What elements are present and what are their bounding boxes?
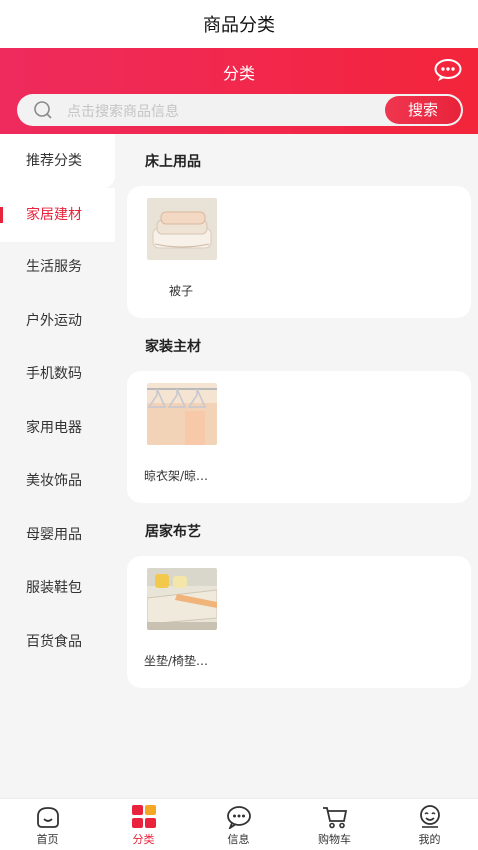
cushion-image[interactable] (147, 568, 217, 630)
top-bar: 商品分类 (0, 0, 478, 48)
home-icon (36, 807, 59, 828)
tab-label: 分类 (132, 833, 155, 846)
section-title: 床上用品 (145, 154, 201, 170)
sidebar-item-home-appliances[interactable]: 家用电器 (0, 401, 115, 455)
product-name: 晾衣架/晾… (144, 469, 209, 483)
sidebar-item-phones-digital[interactable]: 手机数码 (0, 347, 115, 401)
sidebar-item-recommended[interactable]: 推荐分类 (0, 134, 115, 188)
tab-cart[interactable]: 购物车 (287, 799, 382, 850)
quilt-image[interactable] (147, 198, 217, 260)
product-name: 被子 (169, 284, 194, 298)
sidebar-item-outdoor-sports[interactable]: 户外运动 (0, 294, 115, 348)
hanger-image[interactable] (147, 383, 217, 445)
tab-home[interactable]: 首页 (0, 799, 95, 850)
section-title: 家装主材 (145, 339, 201, 355)
category-content: 床上用品 被子 家装主材 晾衣架/晾… 居家布艺 坐垫/椅垫… (115, 134, 478, 798)
tab-label: 信息 (227, 833, 250, 846)
bottom-tab-bar: 首页 分类 信息 购物车 我的 (0, 798, 478, 850)
product-card: 晾衣架/晾… (127, 371, 471, 503)
sidebar-item-groceries[interactable]: 百货食品 (0, 615, 115, 669)
tab-label: 购物车 (318, 833, 351, 846)
sidebar-item-mother-baby[interactable]: 母婴用品 (0, 508, 115, 562)
chat-icon[interactable] (434, 59, 462, 81)
profile-icon (419, 805, 440, 828)
tab-category[interactable]: 分类 (96, 799, 191, 850)
product-card: 坐垫/椅垫… (127, 556, 471, 688)
header-subtitle: 分类 (222, 64, 255, 83)
category-sidebar: 推荐分类 家居建材 生活服务 户外运动 手机数码 家用电器 美妆饰品 母婴用品 … (0, 134, 115, 798)
product-card: 被子 (127, 186, 471, 318)
sidebar-item-home-building[interactable]: 家居建材 (0, 188, 115, 242)
tab-profile[interactable]: 我的 (382, 799, 477, 850)
sidebar-item-life-services[interactable]: 生活服务 (0, 240, 115, 294)
section-title: 居家布艺 (145, 524, 201, 540)
product-name: 坐垫/椅垫… (144, 654, 209, 668)
search-input[interactable]: 点击搜索商品信息 (67, 101, 179, 121)
search-bar[interactable]: 点击搜索商品信息 搜索 (17, 94, 463, 126)
cart-icon (322, 807, 347, 829)
page-title: 商品分类 (203, 15, 275, 36)
sidebar-item-clothing[interactable]: 服装鞋包 (0, 561, 115, 615)
tab-label: 首页 (36, 833, 59, 846)
tab-label: 我的 (418, 833, 441, 846)
category-icon (131, 805, 156, 828)
search-icon (34, 101, 52, 119)
message-icon (226, 806, 251, 829)
sidebar-item-beauty[interactable]: 美妆饰品 (0, 454, 115, 508)
category-header: 分类 点击搜索商品信息 搜索 (0, 48, 478, 134)
tab-messages[interactable]: 信息 (191, 799, 286, 850)
search-button[interactable]: 搜索 (385, 96, 461, 124)
